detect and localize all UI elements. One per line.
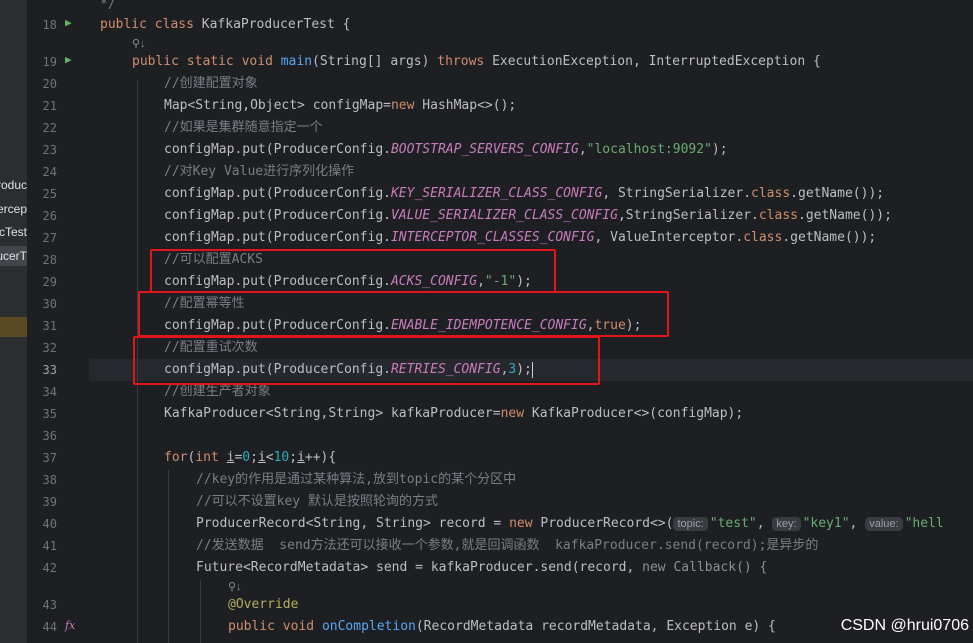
codelens-icon: ⚲↓ xyxy=(228,581,242,593)
code-line: public class KafkaProducerTest { xyxy=(100,17,351,32)
code-line: public static void main(String[] args) t… xyxy=(132,54,821,69)
code-line: KafkaProducer<String,String> kafkaProduc… xyxy=(164,406,744,421)
code-line: ProducerRecord<String, String> record = … xyxy=(196,516,944,531)
highlight-box-idempotence xyxy=(138,291,669,337)
code-line: public void onCompletion(RecordMetadata … xyxy=(228,619,776,634)
code-comment: //创建配置对象 xyxy=(164,76,258,91)
highlight-box-retries xyxy=(133,336,600,385)
code-comment: //可以不设置key 默认是按照轮询的方式 xyxy=(196,494,438,509)
code-line: configMap.put(ProducerConfig.KEY_SERIALI… xyxy=(164,186,885,201)
param-hint: key: xyxy=(772,517,801,531)
code-comment: //创建生产者对象 xyxy=(164,384,271,399)
code-line: configMap.put(ProducerConfig.BOOTSTRAP_S… xyxy=(164,142,728,157)
highlight-box-acks xyxy=(150,249,556,293)
code-line: configMap.put(ProducerConfig.VALUE_SERIA… xyxy=(164,208,892,223)
code-comment: //key的作用是通过某种算法,放到topic的某个分区中 xyxy=(196,472,517,487)
code-line: for(int i=0;i<10;i++){ xyxy=(164,450,337,465)
codelens-hint[interactable]: ⚲↓ xyxy=(228,577,242,597)
code-line: configMap.put(ProducerConfig.INTERCEPTOR… xyxy=(164,230,877,245)
watermark: CSDN @hrui0706 xyxy=(840,617,969,634)
code-line: Future<RecordMetadata> send = kafkaProdu… xyxy=(196,560,768,575)
code-annotation: @Override xyxy=(228,597,299,612)
param-hint: topic: xyxy=(673,517,708,531)
code-comment: //对Key Value进行序列化操作 xyxy=(164,164,355,179)
code-line: Map<String,Object> configMap=new HashMap… xyxy=(164,98,517,113)
code-editor[interactable]: roduc ercep cTest ucerT 18 19 20 21 22 2… xyxy=(0,0,973,643)
codelens-hint[interactable]: ⚲↓ xyxy=(132,34,146,54)
param-hint: value: xyxy=(865,517,903,531)
code-line: */ xyxy=(100,0,116,12)
code-comment: //如果是集群随意指定一个 xyxy=(164,120,323,135)
codelens-icon: ⚲↓ xyxy=(132,38,146,50)
code-comment: //发送数据 send方法还可以接收一个参数,就是回调函数 kafkaProdu… xyxy=(196,538,819,553)
